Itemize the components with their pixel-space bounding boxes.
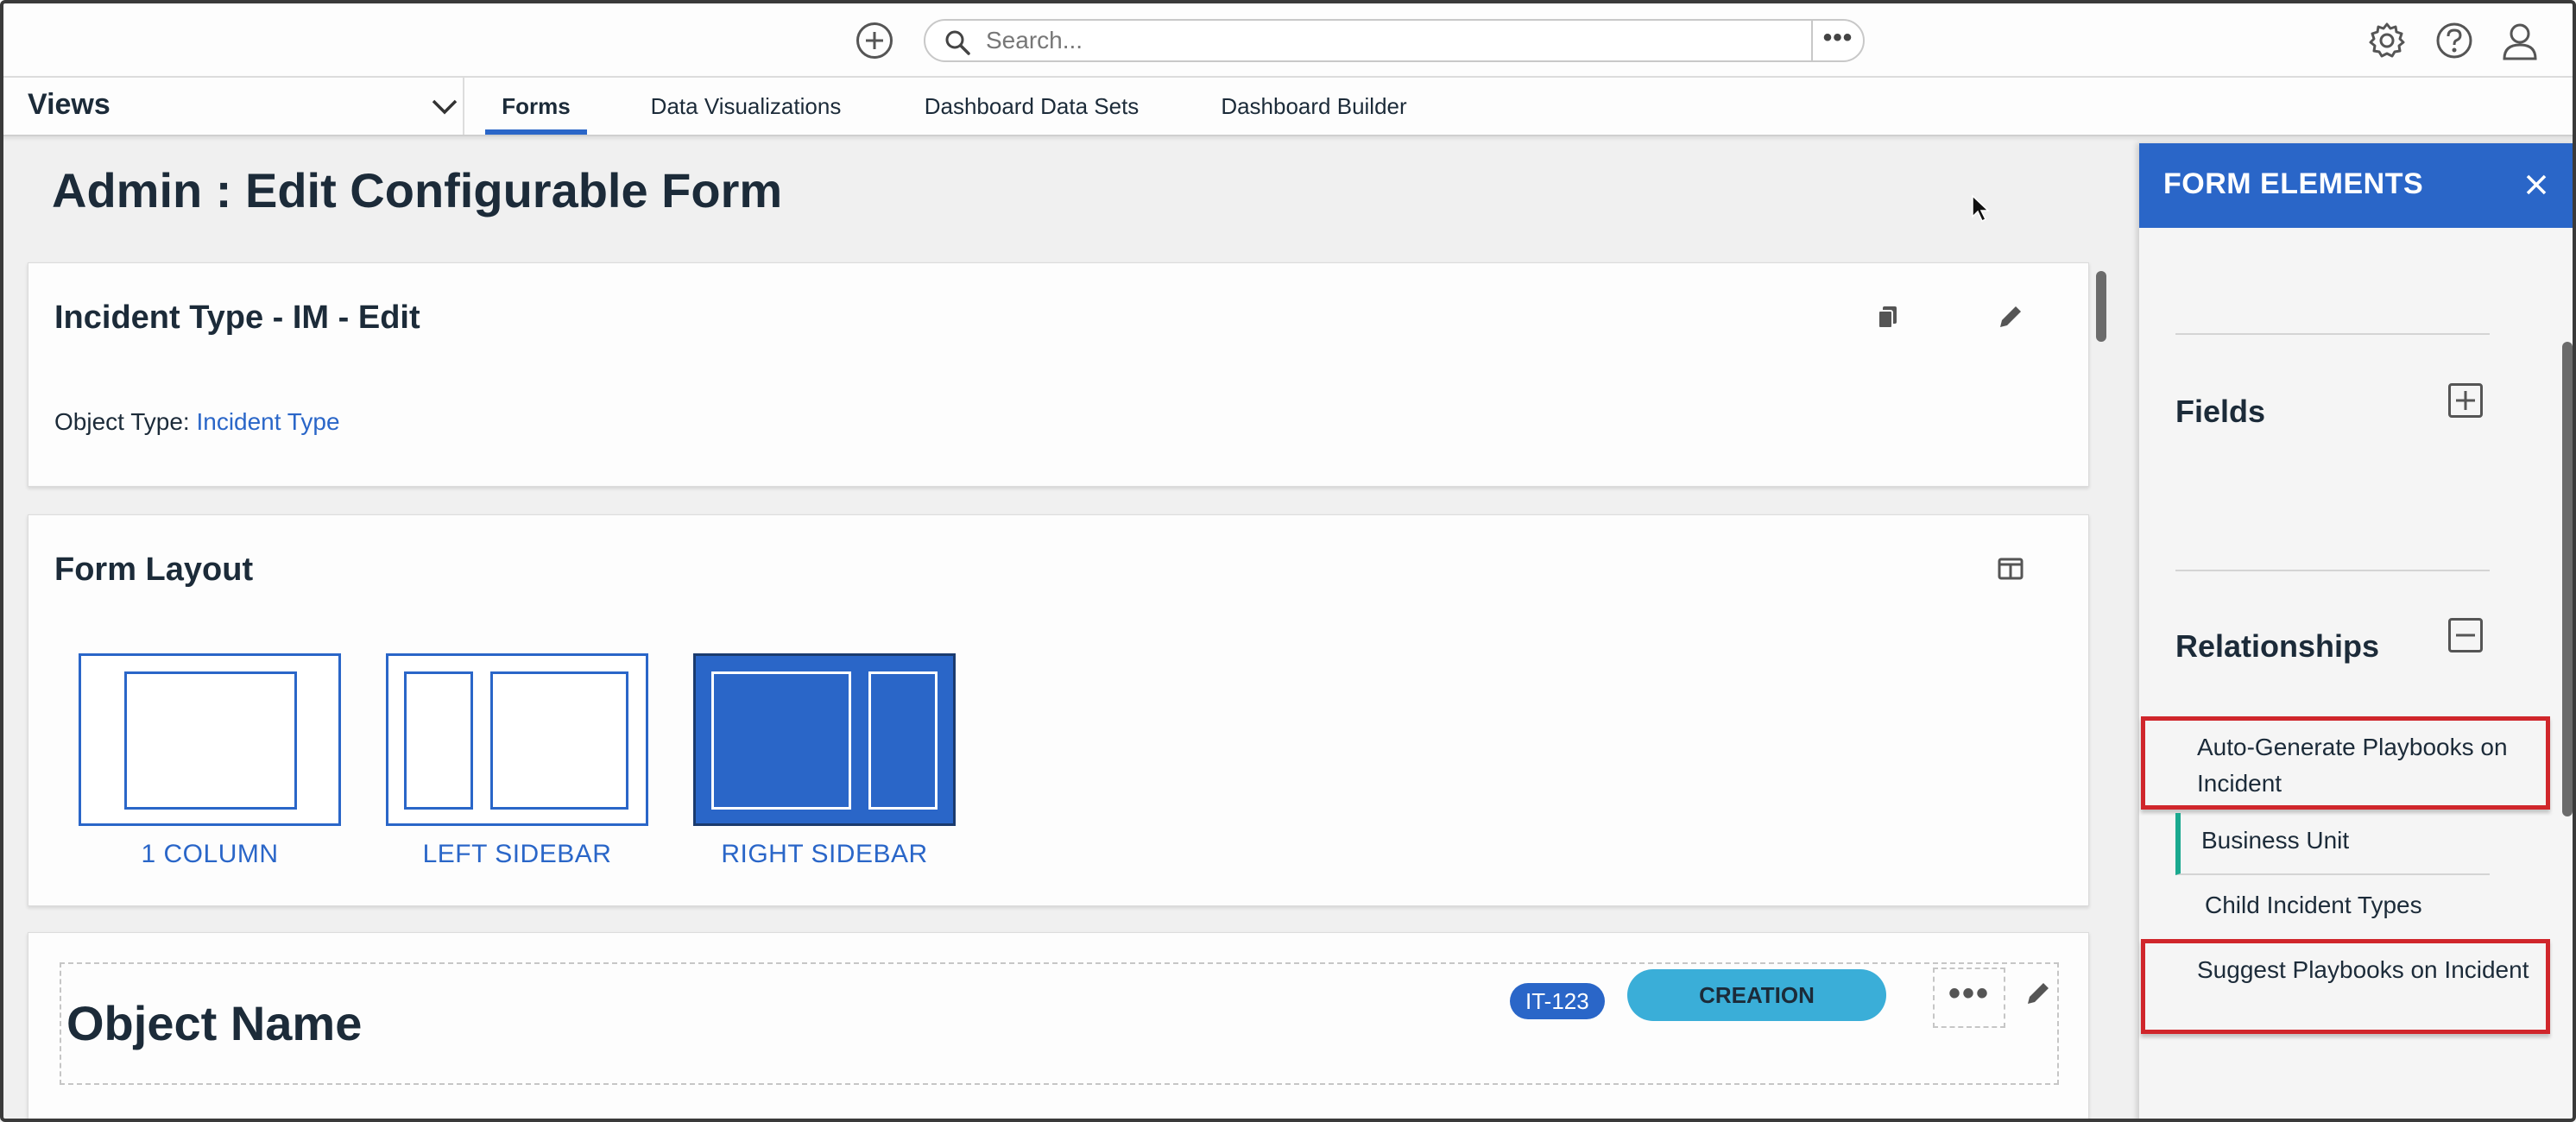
panel-header: FORM ELEMENTS (2139, 143, 2576, 228)
fields-title: Fields (2175, 394, 2266, 429)
collapse-relationships-icon[interactable] (2448, 618, 2483, 652)
layout-label: 1 COLUMN (141, 840, 279, 868)
relationship-item-child-incident-types[interactable]: Child Incident Types (2175, 877, 2490, 937)
layout-right-sidebar[interactable]: RIGHT SIDEBAR (693, 653, 956, 869)
search-input[interactable] (986, 28, 1815, 54)
views-label: Views (28, 88, 110, 121)
right-sidebar-preview (693, 653, 956, 826)
object-name: Object Name (66, 996, 363, 1050)
page-title: Admin : Edit Configurable Form (52, 163, 783, 217)
expand-fields-icon[interactable] (2448, 383, 2483, 418)
object-type-label: Object Type: (54, 408, 190, 435)
left-sidebar-preview (386, 653, 648, 826)
tab-dashboard-builder[interactable]: Dashboard Builder (1212, 78, 1416, 135)
layout-icon[interactable] (1993, 552, 2028, 586)
id-badge: IT-123 (1510, 983, 1605, 1019)
tab-data-visualizations[interactable]: Data Visualizations (641, 78, 851, 135)
main-scrollbar[interactable] (2096, 271, 2106, 342)
cursor-icon (1972, 194, 1990, 223)
help-icon[interactable] (2434, 21, 2474, 60)
top-bar: ••• (0, 0, 2576, 78)
divider (2175, 570, 2490, 571)
edit-icon[interactable] (1993, 299, 2028, 334)
views-nav: Views Forms Data Visualizations Dashboar… (0, 78, 2576, 136)
relationship-item-business-unit[interactable]: Business Unit (2175, 813, 2490, 875)
status-badge[interactable]: CREATION (1627, 969, 1886, 1021)
layout-left-sidebar[interactable]: LEFT SIDEBAR (386, 653, 648, 869)
object-header-card: Object Name IT-123 CREATION ••• (28, 932, 2089, 1122)
one-column-preview (79, 653, 341, 826)
form-elements-panel: FORM ELEMENTS Fields Relationships Auto-… (2139, 143, 2576, 1122)
copy-icon[interactable] (1871, 299, 1905, 334)
gear-icon[interactable] (2367, 21, 2407, 60)
views-dropdown[interactable]: Views (28, 78, 463, 135)
more-options-button[interactable]: ••• (1933, 968, 2005, 1028)
object-type-link[interactable]: Incident Type (196, 408, 339, 435)
form-layout-card: Form Layout 1 COLUMN LEFT SIDEBAR RIGHT … (28, 514, 2089, 906)
layout-label: LEFT SIDEBAR (422, 840, 612, 868)
object-type-row: Object Type: Incident Type (54, 408, 340, 436)
form-info-card: Incident Type - IM - Edit Object Type: I… (28, 262, 2089, 487)
object-header: Object Name IT-123 CREATION ••• (60, 962, 2059, 1085)
divider (2175, 333, 2490, 335)
close-icon[interactable] (2522, 171, 2550, 199)
form-name: Incident Type - IM - Edit (54, 299, 420, 336)
global-search[interactable]: ••• (924, 19, 1865, 62)
panel-title: FORM ELEMENTS (2163, 167, 2424, 200)
nav-divider (463, 78, 464, 135)
form-layout-title: Form Layout (54, 552, 254, 588)
layout-label: RIGHT SIDEBAR (721, 840, 928, 868)
relationship-item-suggest-playbooks[interactable]: Suggest Playbooks on Incident (2141, 939, 2550, 1034)
relationships-title: Relationships (2175, 628, 2380, 664)
chevron-down-icon (432, 99, 458, 115)
user-icon[interactable] (2500, 21, 2540, 60)
edit-icon[interactable] (2021, 976, 2055, 1011)
tab-forms[interactable]: Forms (485, 78, 587, 135)
layout-one-column[interactable]: 1 COLUMN (79, 653, 341, 869)
panel-scrollbar[interactable] (2562, 342, 2573, 816)
search-icon (945, 30, 970, 55)
more-icon[interactable]: ••• (1811, 21, 1863, 60)
add-icon[interactable] (856, 22, 893, 59)
tab-dashboard-data-sets[interactable]: Dashboard Data Sets (917, 78, 1146, 135)
relationship-item-auto-generate-playbooks[interactable]: Auto-Generate Playbooks on Incident (2141, 716, 2550, 810)
